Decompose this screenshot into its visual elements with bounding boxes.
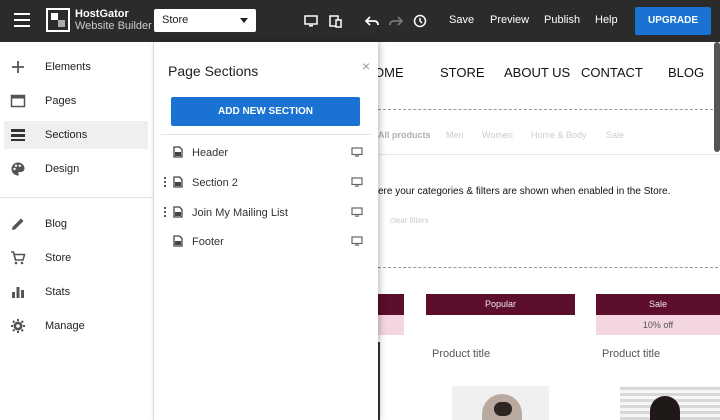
close-icon[interactable]: × <box>362 58 370 74</box>
website-builder-app: HostGator Website Builder Store Save Pre… <box>0 0 720 420</box>
sidebar-item-pages[interactable]: Pages <box>4 87 148 115</box>
plus-icon <box>12 61 24 73</box>
sidebar-item-label: Design <box>45 163 80 175</box>
site-nav-store[interactable]: STORE <box>440 65 485 80</box>
brand-name: HostGator <box>75 8 129 20</box>
sidebar-item-store[interactable]: Store <box>4 244 148 272</box>
gear-icon <box>11 319 25 333</box>
sidebar-item-label: Manage <box>45 320 85 332</box>
section-label: Header <box>192 147 229 159</box>
drag-handle-icon[interactable] <box>164 207 168 219</box>
clear-filters-link[interactable]: clear filters <box>390 216 429 225</box>
sidebar-item-manage[interactable]: Manage <box>4 312 148 340</box>
product-title[interactable]: Product title <box>602 348 660 360</box>
section-row-header[interactable]: Header <box>154 141 378 165</box>
section-label: Section 2 <box>192 177 238 189</box>
product-badge: Sale <box>596 294 720 315</box>
drag-handle-icon[interactable] <box>164 177 168 189</box>
product-image[interactable] <box>620 386 720 420</box>
filter-home-body[interactable]: Home & Body <box>531 130 587 140</box>
page-icon <box>173 146 183 158</box>
section-row-section-2[interactable]: Section 2 <box>154 171 378 195</box>
bar-chart-icon <box>12 287 24 298</box>
filter-men[interactable]: Men <box>446 130 464 140</box>
section-row-footer[interactable]: Footer <box>154 230 378 254</box>
sidebar-item-elements[interactable]: Elements <box>4 53 148 81</box>
mobile-icon[interactable] <box>327 13 343 29</box>
desktop-visibility-icon[interactable] <box>351 235 363 247</box>
panel-divider <box>161 134 371 135</box>
product-badge <box>378 294 404 315</box>
page-icon <box>173 235 183 247</box>
filter-divider <box>378 154 720 155</box>
section-label: Join My Mailing List <box>192 207 288 219</box>
sidebar-item-label: Pages <box>45 95 77 107</box>
preview-button[interactable]: Preview <box>490 14 529 26</box>
add-new-section-button[interactable]: ADD NEW SECTION <box>171 97 360 126</box>
save-button[interactable]: Save <box>449 14 474 26</box>
sidebar-item-label: Elements <box>45 61 91 73</box>
product-image <box>378 342 380 420</box>
filter-all-products[interactable]: All products <box>378 130 431 140</box>
cart-icon <box>11 251 26 265</box>
section-border <box>378 267 718 268</box>
product-discount: 10% off <box>596 315 720 335</box>
sidebar-divider <box>0 197 153 198</box>
filter-sale[interactable]: Sale <box>606 130 624 140</box>
history-icon[interactable] <box>412 13 428 29</box>
section-row-mailing-list[interactable]: Join My Mailing List <box>154 201 378 225</box>
sidebar-item-design[interactable]: Design <box>4 155 148 183</box>
browser-icon <box>10 94 26 108</box>
product-badge: Popular <box>426 294 575 315</box>
sidebar-item-label: Sections <box>45 129 88 141</box>
publish-button[interactable]: Publish <box>544 14 580 26</box>
sidebar-item-sections[interactable]: Sections <box>4 121 148 149</box>
pencil-icon <box>12 218 24 230</box>
undo-icon[interactable] <box>364 13 380 29</box>
top-toolbar: HostGator Website Builder Store Save Pre… <box>0 0 720 42</box>
product-image <box>494 402 512 416</box>
chevron-down-icon <box>240 18 248 23</box>
site-preview-canvas[interactable]: OME STORE ABOUT US CONTACT BLOG All prod… <box>378 42 720 420</box>
sidebar-item-blog[interactable]: Blog <box>4 210 148 238</box>
upgrade-button[interactable]: UPGRADE <box>635 7 711 35</box>
redo-icon[interactable] <box>388 13 404 29</box>
section-label: Footer <box>192 236 224 248</box>
product-title[interactable]: Product title <box>432 348 490 360</box>
page-select-value: Store <box>162 14 189 26</box>
sidebar-item-stats[interactable]: Stats <box>4 278 148 306</box>
desktop-visibility-icon[interactable] <box>351 146 363 158</box>
left-sidebar: Elements Pages Sections Design Blog Stor… <box>0 42 154 420</box>
page-icon <box>173 176 183 188</box>
hostgator-logo-icon <box>46 8 70 32</box>
sections-icon <box>11 129 25 141</box>
site-nav-blog[interactable]: BLOG <box>668 65 704 80</box>
site-nav-contact[interactable]: CONTACT <box>581 65 643 80</box>
product-image[interactable] <box>452 386 549 420</box>
help-link[interactable]: Help <box>595 14 618 26</box>
desktop-visibility-icon[interactable] <box>351 176 363 188</box>
section-border <box>378 109 718 110</box>
page-sections-panel: Page Sections × ADD NEW SECTION Header S… <box>154 42 378 420</box>
page-select-dropdown[interactable]: Store <box>154 9 256 32</box>
sidebar-item-label: Stats <box>45 286 71 298</box>
site-nav-home[interactable]: OME <box>378 65 404 80</box>
desktop-visibility-icon[interactable] <box>351 206 363 218</box>
brand-subtitle: Website Builder <box>75 20 152 32</box>
product-discount <box>378 315 404 335</box>
sidebar-item-label: Store <box>45 252 72 264</box>
sidebar-item-label: Blog <box>45 218 68 230</box>
filter-women[interactable]: Women <box>482 130 513 140</box>
scrollbar-thumb[interactable] <box>714 42 720 152</box>
hamburger-menu-icon[interactable] <box>14 13 30 27</box>
categories-info-text: ere your categories & filters are shown … <box>378 186 671 197</box>
brand-logo: HostGator Website Builder <box>75 8 152 32</box>
panel-title: Page Sections <box>168 63 259 79</box>
desktop-icon[interactable] <box>303 13 319 29</box>
palette-icon <box>11 162 25 176</box>
product-image <box>650 396 680 420</box>
page-icon <box>173 206 183 218</box>
site-nav-about[interactable]: ABOUT US <box>504 65 570 80</box>
